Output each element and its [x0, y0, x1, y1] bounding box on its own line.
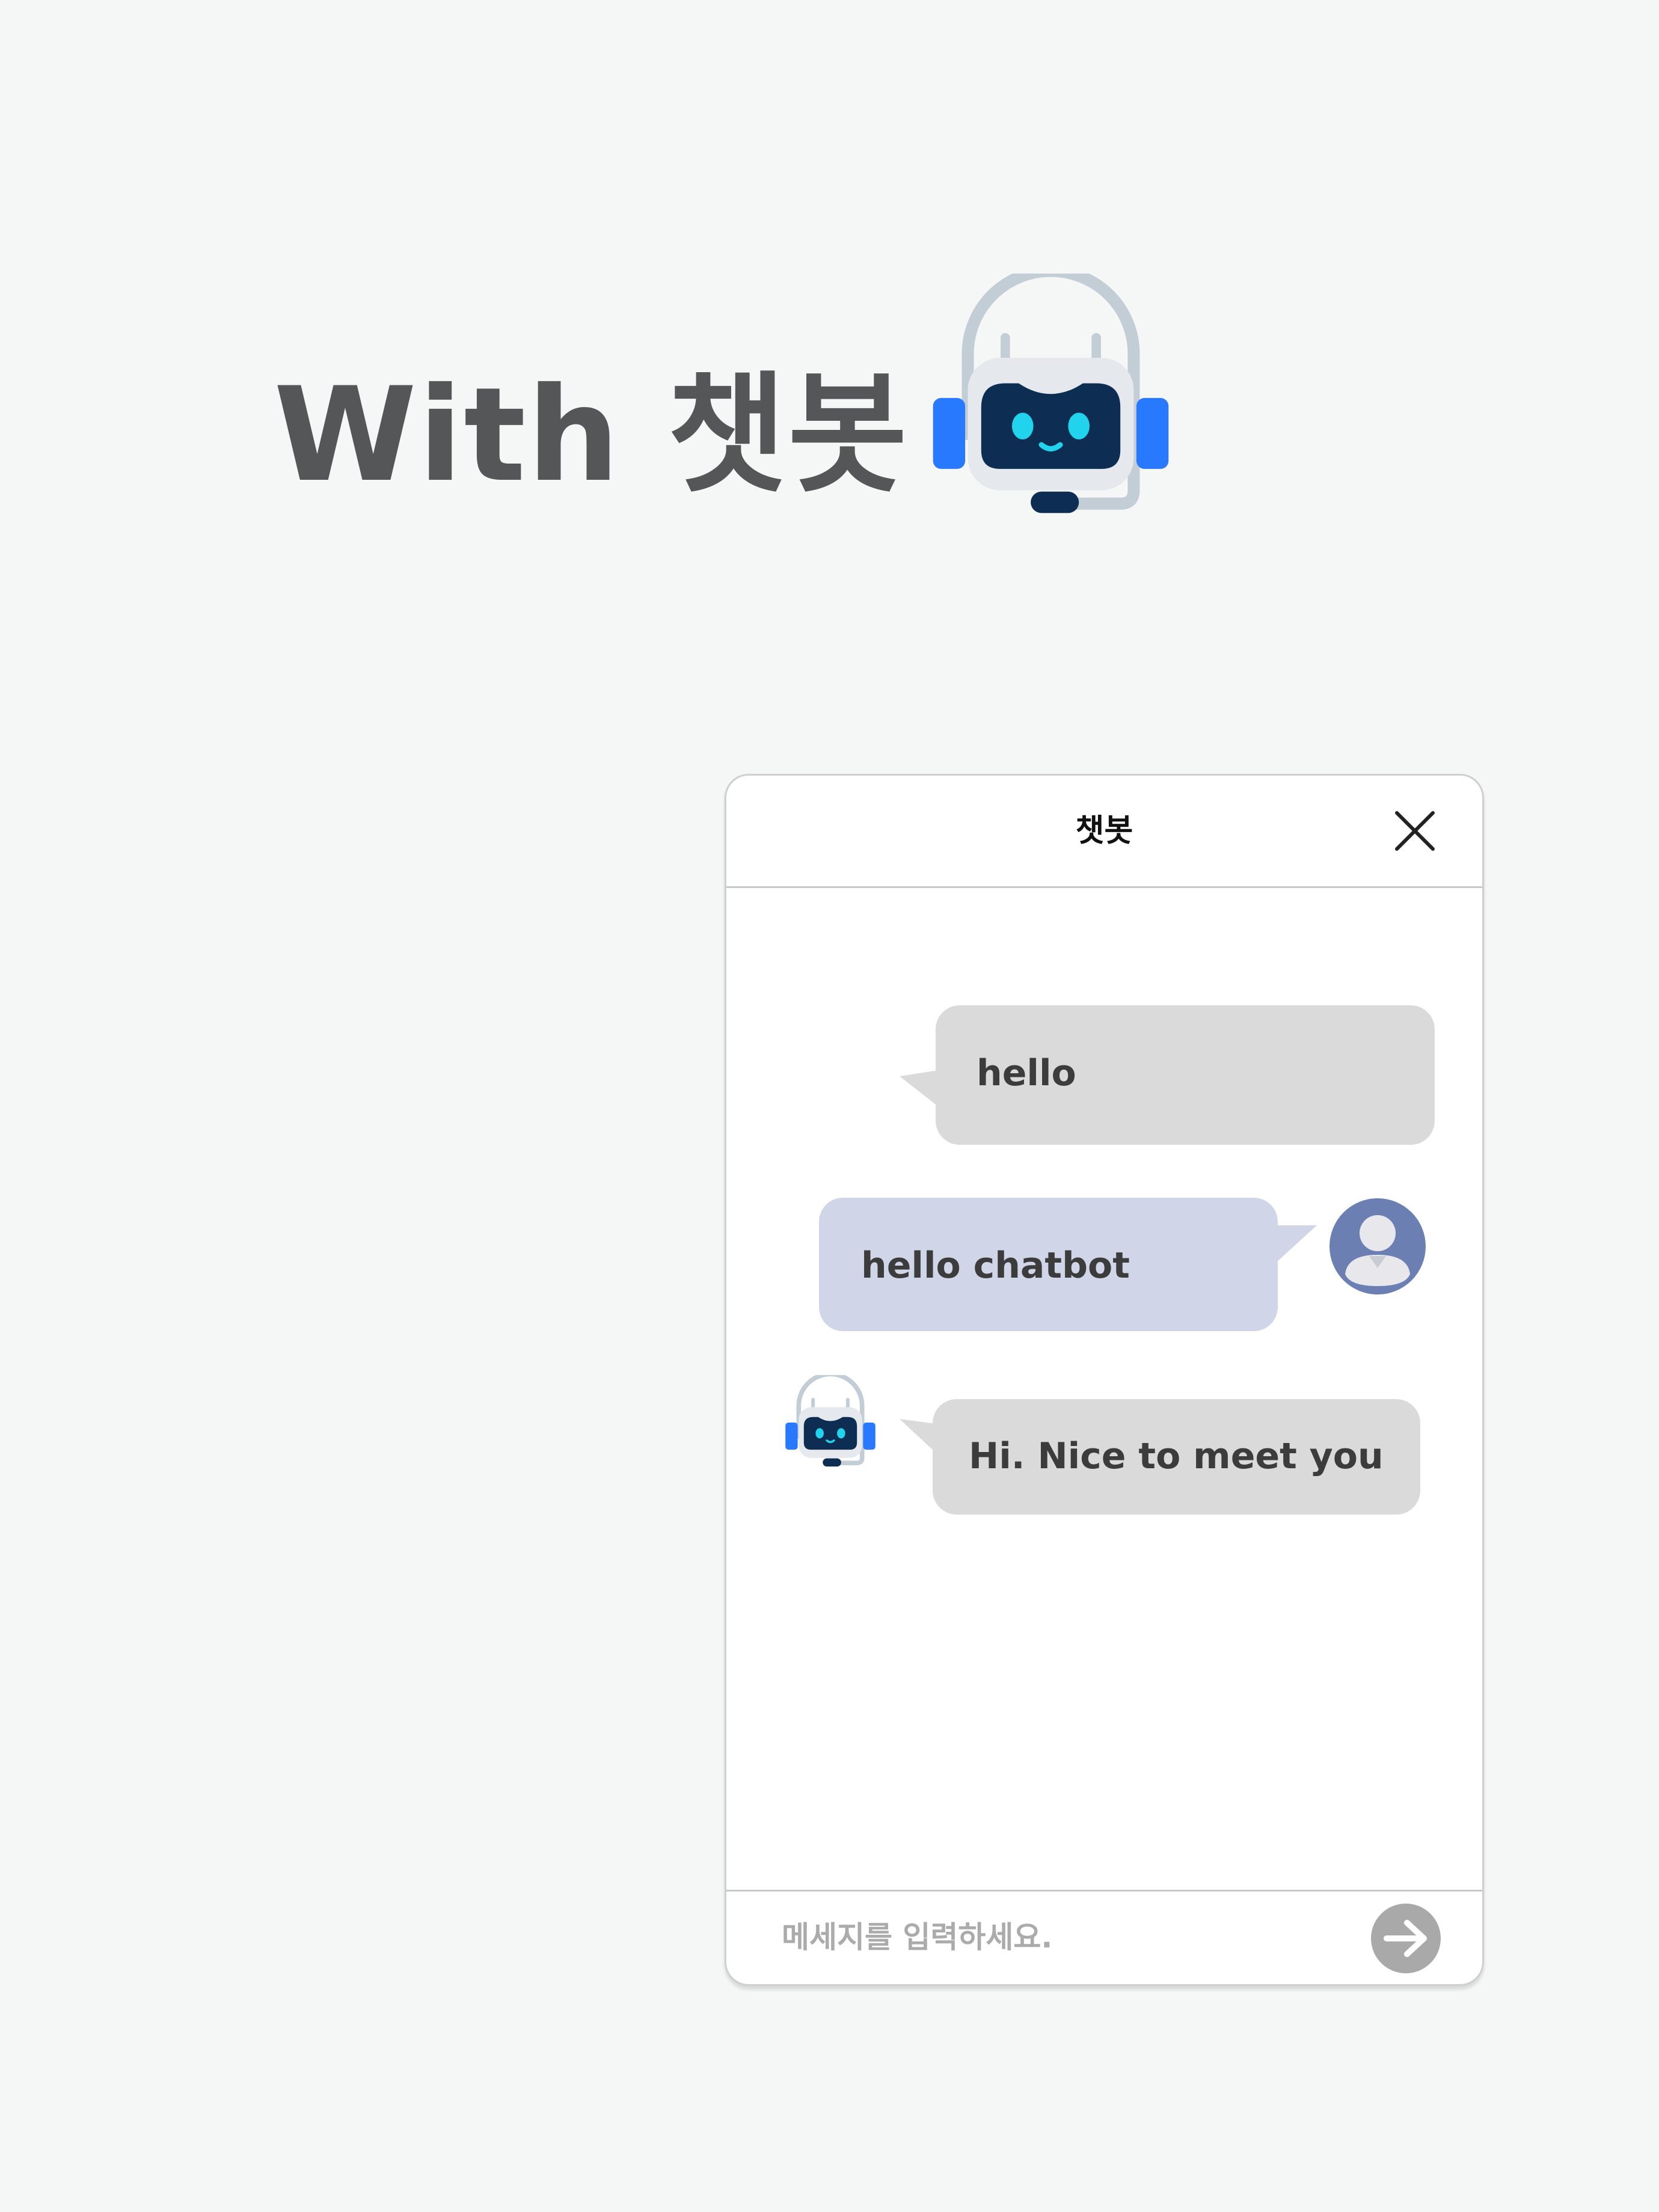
- hero-title: With 챗봇: [274, 360, 909, 510]
- close-icon[interactable]: [1391, 807, 1439, 855]
- user-message-bubble: hello chatbot: [819, 1198, 1278, 1331]
- user-avatar-icon: [1329, 1198, 1426, 1294]
- bot-message-bubble: hello: [936, 1005, 1435, 1145]
- bot-avatar-icon: [785, 1375, 875, 1467]
- chat-title: 챗봇: [1075, 813, 1133, 849]
- message-input-bar: [726, 1890, 1482, 1984]
- chat-header: 챗봇: [726, 776, 1482, 888]
- bubble-tail: [900, 1419, 936, 1453]
- chat-window: 챗봇 hello hello chatbot Hi. Nice to meet …: [725, 774, 1484, 1986]
- message-input[interactable]: [780, 1904, 1324, 1971]
- bubble-tail: [900, 1070, 938, 1106]
- chatbot-headset-icon: [933, 274, 1169, 513]
- bubble-tail: [1276, 1225, 1317, 1263]
- send-button[interactable]: [1370, 1902, 1442, 1975]
- bot-message-bubble: Hi. Nice to meet you: [933, 1399, 1420, 1515]
